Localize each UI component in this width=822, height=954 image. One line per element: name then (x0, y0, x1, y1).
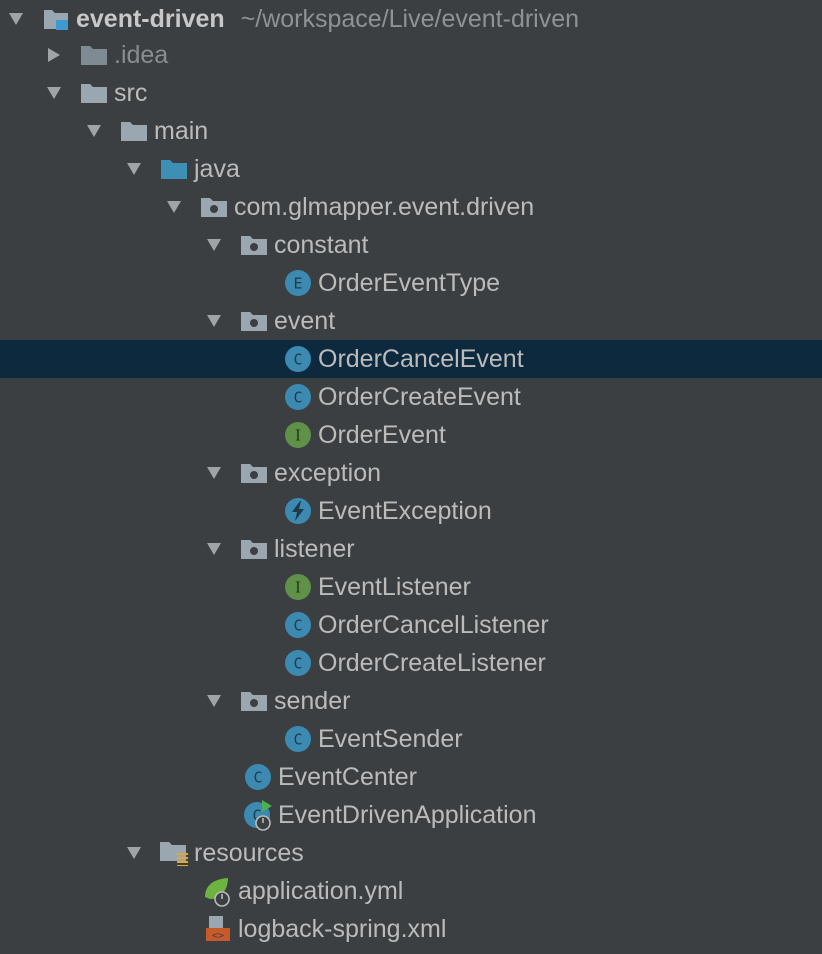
interface-icon: I (278, 416, 318, 454)
expand-arrow-icon[interactable] (194, 530, 234, 568)
tree-node-label: main (154, 117, 209, 145)
enum-icon: E (278, 264, 318, 302)
tree-node-label: EventSender (318, 725, 463, 753)
class-icon: C (278, 340, 318, 378)
tree-node-event[interactable]: event (0, 302, 822, 340)
tree-node-label: event (274, 307, 336, 335)
svg-text:C: C (293, 389, 302, 407)
class-icon: C (278, 720, 318, 758)
expand-arrow-icon[interactable] (194, 226, 234, 264)
tree-node-order-create-event[interactable]: C OrderCreateEvent (0, 378, 822, 416)
project-tree: event-driven ~/workspace/Live/event-driv… (0, 0, 822, 954)
resources-folder-icon (154, 834, 194, 872)
folder-icon (74, 36, 114, 74)
tree-node-label: OrderCreateListener (318, 649, 546, 677)
tree-node-label: resources (194, 839, 304, 867)
folder-icon (114, 112, 154, 150)
expand-arrow-icon[interactable] (74, 112, 114, 150)
tree-node-event-driven-application[interactable]: C EventDrivenApplication (0, 796, 822, 834)
tree-node-package[interactable]: com.glmapper.event.driven (0, 188, 822, 226)
tree-node-order-event-type[interactable]: E OrderEventType (0, 264, 822, 302)
svg-text:I: I (295, 427, 301, 445)
class-icon: C (278, 378, 318, 416)
tree-node-label: constant (274, 231, 369, 259)
class-icon: C (278, 606, 318, 644)
svg-text:C: C (293, 655, 302, 673)
tree-node-label: OrderEventType (318, 269, 501, 297)
tree-node-order-cancel-event[interactable]: C OrderCancelEvent (0, 340, 822, 378)
tree-node-label: OrderEvent (318, 421, 446, 449)
expand-arrow-icon[interactable] (0, 0, 36, 38)
tree-node-label: EventCenter (278, 763, 417, 791)
xml-file-icon: <> (198, 910, 238, 948)
svg-text:E: E (293, 275, 302, 293)
tree-node-idea[interactable]: .idea (0, 36, 822, 74)
project-path: ~/workspace/Live/event-driven (240, 4, 580, 33)
class-icon: C (278, 644, 318, 682)
tree-node-label: exception (274, 459, 382, 487)
tree-node-event-center[interactable]: C EventCenter (0, 758, 822, 796)
tree-node-label: sender (274, 687, 351, 715)
tree-node-label: OrderCancelEvent (318, 345, 524, 373)
tree-node-order-cancel-listener[interactable]: C OrderCancelListener (0, 606, 822, 644)
tree-node-java[interactable]: java (0, 150, 822, 188)
tree-node-application-yml[interactable]: application.yml (0, 872, 822, 910)
tree-node-label: src (114, 79, 148, 107)
tree-node-label: EventException (318, 497, 492, 525)
tree-node-label: com.glmapper.event.driven (234, 193, 535, 221)
tree-node-label: .idea (114, 41, 169, 69)
svg-text:C: C (293, 351, 302, 369)
tree-node-label: logback-spring.xml (238, 915, 447, 943)
tree-node-order-event[interactable]: I OrderEvent (0, 416, 822, 454)
tree-node-label: EventListener (318, 573, 471, 601)
tree-node-resources[interactable]: resources (0, 834, 822, 872)
tree-node-label: event-driven (76, 5, 225, 33)
tree-node-constant[interactable]: constant (0, 226, 822, 264)
tree-node-event-sender[interactable]: C EventSender (0, 720, 822, 758)
tree-node-label: application.yml (238, 877, 404, 905)
tree-node-label: listener (274, 535, 355, 563)
exception-class-icon (278, 492, 318, 530)
tree-node-label: java (194, 155, 240, 183)
expand-arrow-icon[interactable] (154, 188, 194, 226)
package-icon (194, 188, 234, 226)
tree-node-src[interactable]: src (0, 74, 822, 112)
package-icon (234, 226, 274, 264)
expand-arrow-icon[interactable] (194, 302, 234, 340)
package-icon (234, 530, 274, 568)
tree-node-event-listener[interactable]: I EventListener (0, 568, 822, 606)
tree-node-exception[interactable]: exception (0, 454, 822, 492)
tree-node-root[interactable]: event-driven ~/workspace/Live/event-driv… (0, 0, 822, 38)
tree-node-label: EventDrivenApplication (278, 801, 537, 829)
spring-config-icon (198, 872, 238, 910)
spring-boot-application-icon: C (238, 796, 278, 834)
svg-text:<>: <> (212, 931, 224, 942)
tree-node-sender[interactable]: sender (0, 682, 822, 720)
tree-node-order-create-listener[interactable]: C OrderCreateListener (0, 644, 822, 682)
expand-arrow-icon[interactable] (194, 454, 234, 492)
expand-arrow-icon[interactable] (114, 834, 154, 872)
svg-text:C: C (293, 617, 302, 635)
svg-text:C: C (253, 769, 262, 787)
class-icon: C (238, 758, 278, 796)
module-folder-icon (36, 0, 76, 38)
collapsed-arrow-icon[interactable] (34, 36, 74, 74)
expand-arrow-icon[interactable] (34, 74, 74, 112)
tree-node-label: OrderCancelListener (318, 611, 549, 639)
svg-text:C: C (293, 731, 302, 749)
tree-node-main[interactable]: main (0, 112, 822, 150)
folder-icon (74, 74, 114, 112)
expand-arrow-icon[interactable] (114, 150, 154, 188)
tree-node-event-exception[interactable]: EventException (0, 492, 822, 530)
svg-text:I: I (295, 579, 301, 597)
package-icon (234, 454, 274, 492)
source-folder-icon (154, 150, 194, 188)
package-icon (234, 302, 274, 340)
package-icon (234, 682, 274, 720)
tree-node-logback-xml[interactable]: <> logback-spring.xml (0, 910, 822, 948)
tree-node-listener[interactable]: listener (0, 530, 822, 568)
tree-node-label: OrderCreateEvent (318, 383, 521, 411)
interface-icon: I (278, 568, 318, 606)
expand-arrow-icon[interactable] (194, 682, 234, 720)
